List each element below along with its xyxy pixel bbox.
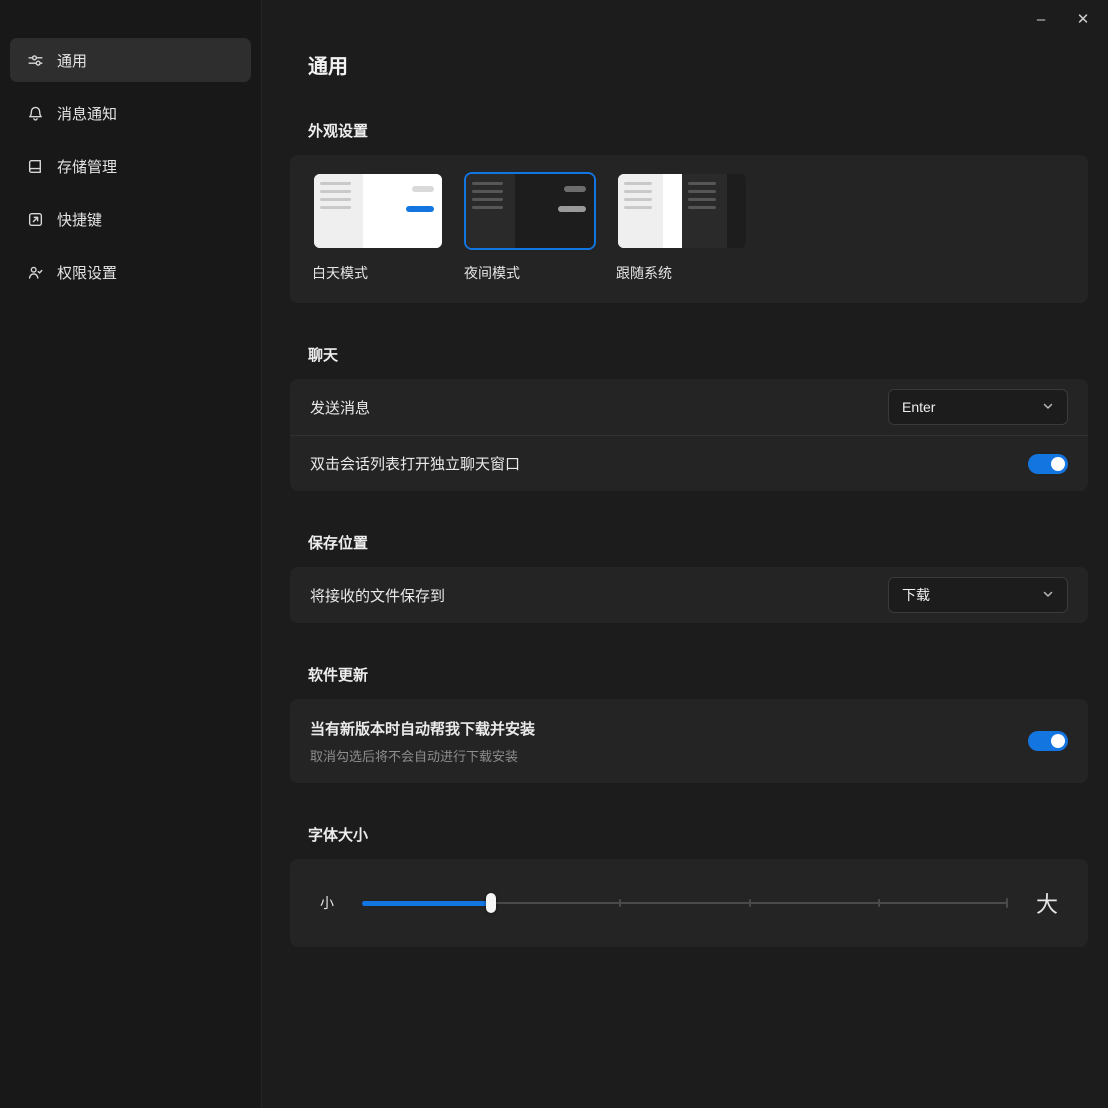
theme-option-light[interactable]: 白天模式 <box>312 172 444 287</box>
save-location-row: 将接收的文件保存到 下载 <box>290 567 1088 623</box>
sidebar-item-shortcuts[interactable]: 快捷键 <box>10 197 251 241</box>
font-size-card: 小 大 <box>290 859 1088 947</box>
font-slider-thumb[interactable] <box>486 893 497 913</box>
chat-header: 聊天 <box>308 347 339 364</box>
window-controls: – ✕ <box>1020 4 1104 34</box>
settings-window: 通用 消息通知 存储管理 快捷键 权限设置 – ✕ 通用 外观设置 白天模式 夜… <box>0 0 1108 1108</box>
double-click-label: 双击会话列表打开独立聊天窗口 <box>310 456 521 473</box>
double-click-toggle[interactable] <box>1028 453 1068 474</box>
double-click-row: 双击会话列表打开独立聊天窗口 <box>290 435 1088 491</box>
theme-option-auto[interactable]: 跟随系统 <box>616 172 748 287</box>
chevron-down-icon <box>1042 587 1054 603</box>
sidebar-item-label: 快捷键 <box>57 211 103 229</box>
font-size-header: 字体大小 <box>308 827 369 844</box>
font-size-max-label: 大 <box>1035 892 1058 917</box>
appearance-card: 白天模式 夜间模式 跟随系统 <box>290 155 1088 303</box>
theme-label: 夜间模式 <box>464 265 520 281</box>
save-location-value: 下载 <box>902 587 930 603</box>
sidebar-item-general[interactable]: 通用 <box>10 38 251 82</box>
page-title: 通用 <box>308 56 348 78</box>
font-slider-fill <box>362 901 492 906</box>
theme-auto-preview <box>616 172 748 250</box>
toggle-knob <box>1051 734 1065 748</box>
theme-label: 白天模式 <box>312 265 368 281</box>
shortcut-icon <box>27 211 44 228</box>
theme-option-dark[interactable]: 夜间模式 <box>464 172 596 287</box>
sidebar-item-label: 通用 <box>57 52 88 70</box>
sidebar-item-permissions[interactable]: 权限设置 <box>10 250 251 294</box>
sidebar-item-notifications[interactable]: 消息通知 <box>10 91 251 135</box>
save-location-dropdown[interactable]: 下载 <box>888 577 1068 613</box>
sidebar-item-label: 消息通知 <box>57 105 118 123</box>
send-message-label: 发送消息 <box>310 399 371 417</box>
sidebar-item-label: 存储管理 <box>57 158 118 176</box>
slider-tick <box>748 899 751 907</box>
font-size-min-label: 小 <box>320 895 334 911</box>
software-update-description: 取消勾选后将不会自动进行下载安装 <box>310 748 519 764</box>
close-button[interactable]: ✕ <box>1062 4 1104 34</box>
chat-card: 发送消息 Enter 双击会话列表打开独立聊天窗口 <box>290 379 1088 491</box>
save-location-label: 将接收的文件保存到 <box>310 587 446 605</box>
tune-icon <box>27 52 44 69</box>
storage-icon <box>27 158 44 175</box>
font-size-slider[interactable] <box>362 892 1008 914</box>
sidebar-item-storage[interactable]: 存储管理 <box>10 144 251 188</box>
save-location-header: 保存位置 <box>308 535 369 552</box>
software-update-header: 软件更新 <box>308 667 369 684</box>
theme-label: 跟随系统 <box>616 265 672 281</box>
theme-light-preview <box>312 172 444 250</box>
software-update-text: 当有新版本时自动帮我下载并安装 取消勾选后将不会自动进行下载安装 <box>310 718 535 765</box>
send-message-value: Enter <box>902 399 936 415</box>
slider-endcap <box>1005 898 1008 908</box>
settings-content: – ✕ 通用 外观设置 白天模式 夜间模式 跟随系统 聊天 发送消息 Enter… <box>262 0 1108 1108</box>
software-update-toggle[interactable] <box>1028 731 1068 751</box>
chevron-down-icon <box>1042 399 1054 415</box>
software-update-label: 当有新版本时自动帮我下载并安装 <box>310 720 536 738</box>
theme-dark-preview <box>464 172 596 250</box>
save-location-card: 将接收的文件保存到 下载 <box>290 567 1088 623</box>
software-update-card: 当有新版本时自动帮我下载并安装 取消勾选后将不会自动进行下载安装 <box>290 699 1088 783</box>
toggle-knob <box>1051 456 1065 471</box>
minimize-button[interactable]: – <box>1020 4 1062 34</box>
bell-icon <box>27 105 44 122</box>
slider-tick <box>619 899 622 907</box>
send-message-row: 发送消息 Enter <box>290 379 1088 435</box>
settings-sidebar: 通用 消息通知 存储管理 快捷键 权限设置 <box>0 0 262 1108</box>
sidebar-item-label: 权限设置 <box>57 264 118 282</box>
appearance-header: 外观设置 <box>308 123 369 140</box>
slider-tick <box>877 899 880 907</box>
send-message-dropdown[interactable]: Enter <box>888 389 1068 425</box>
permission-icon <box>27 264 44 281</box>
